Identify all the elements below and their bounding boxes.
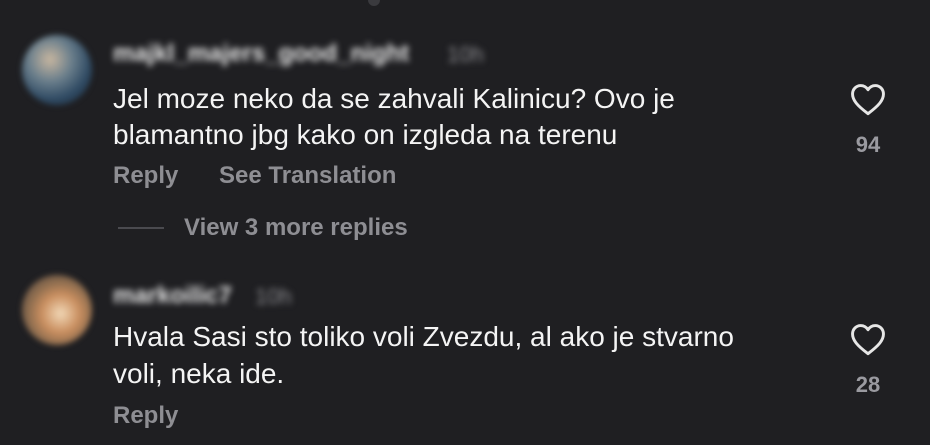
reply-button[interactable]: Reply	[113, 402, 178, 430]
comment-text-line: voli, neka ide.	[113, 358, 285, 389]
avatar[interactable]	[22, 275, 92, 345]
comment-timestamp: 10h	[255, 284, 292, 309]
like-count: 94	[855, 132, 881, 157]
comment-text-line: blamantno jbg kako on izgleda na terenu	[113, 119, 618, 150]
comment-text-line: Jel moze neko da se zahvali Kalinicu? Ov…	[113, 83, 675, 114]
like-count: 28	[855, 372, 881, 397]
like-control: 28	[848, 322, 888, 398]
comment-text-line: Hvala Sasi sto toliko voli Zvezdu, al ak…	[113, 321, 734, 352]
comment-username[interactable]: majkl_majers_good_night	[113, 40, 409, 68]
avatar[interactable]	[22, 35, 92, 105]
comment-username[interactable]: markoilic7	[113, 282, 232, 310]
heart-icon[interactable]	[849, 322, 887, 356]
reply-button[interactable]: Reply	[113, 162, 178, 190]
like-control: 94	[848, 82, 888, 158]
view-more-divider	[118, 227, 164, 229]
view-more-replies-label: View 3 more replies	[184, 214, 408, 241]
comment-timestamp: 10h	[447, 42, 484, 67]
see-translation-button[interactable]: See Translation	[219, 162, 396, 190]
heart-icon[interactable]	[849, 82, 887, 116]
view-more-replies-button[interactable]: View 3 more replies	[118, 212, 408, 244]
top-edge-fragment	[368, 0, 380, 6]
